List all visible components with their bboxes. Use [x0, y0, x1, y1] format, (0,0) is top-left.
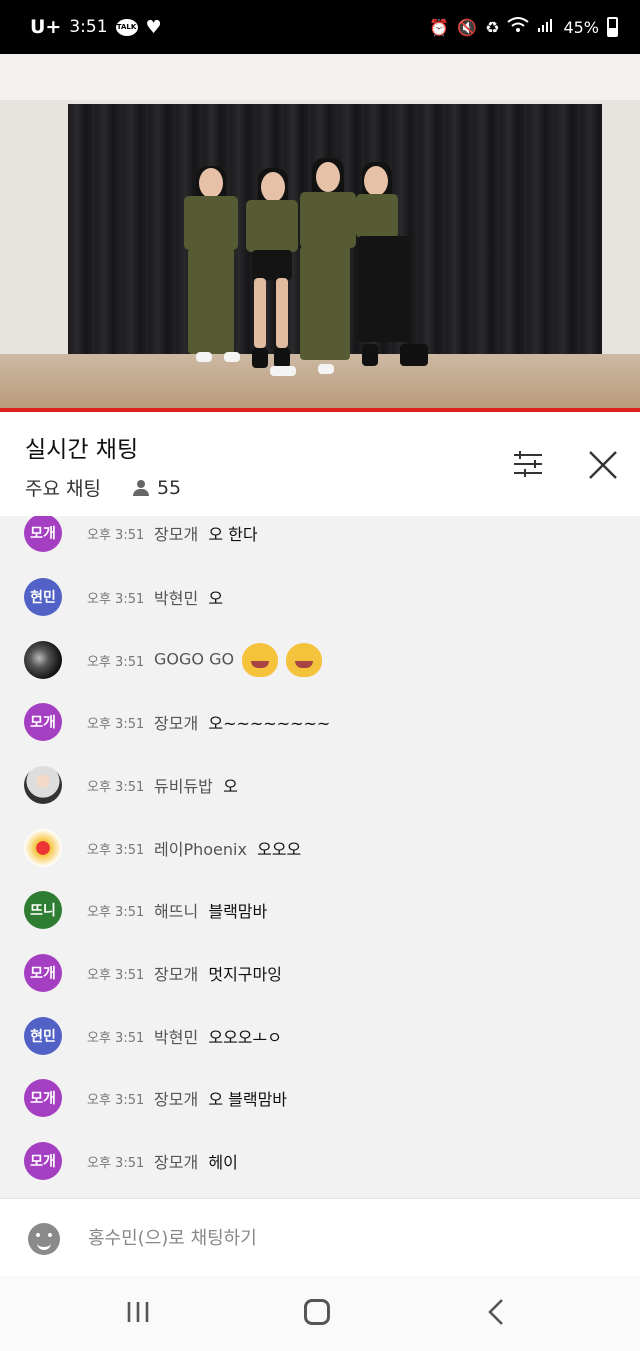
video-ceiling — [0, 54, 640, 100]
message-author: 듀비듀밥 오 — [154, 777, 238, 796]
message-text: 블랙맘바 — [208, 902, 268, 921]
message-text: 멋지구마잉 — [208, 965, 282, 984]
video-player[interactable] — [0, 54, 640, 410]
chat-input-bar — [0, 1198, 640, 1276]
kakaotalk-icon: TALK — [115, 18, 138, 36]
avatar[interactable] — [24, 829, 62, 867]
recent-apps-icon — [127, 1302, 149, 1322]
emoji-picker-icon[interactable] — [28, 1223, 60, 1255]
battery-percent: 45% — [563, 17, 599, 37]
message-time: 오후 3:51 — [87, 654, 145, 670]
message-author: 장모개 오 한다 — [154, 525, 258, 544]
back-icon — [488, 1299, 503, 1325]
avatar[interactable]: 현민 — [24, 1017, 62, 1055]
message-time: 오후 3:51 — [87, 591, 145, 607]
chat-message: 모개 오후 3:51 장모개 오~~~~~~~~ — [0, 698, 640, 746]
message-author: 박현민 오 — [154, 589, 224, 608]
chat-message: 오후 3:51 듀비듀밥 오 — [0, 761, 640, 809]
system-nav-bar — [0, 1276, 640, 1351]
home-button[interactable] — [304, 1299, 330, 1325]
message-text: 오 — [223, 777, 238, 796]
avatar[interactable]: 모개 — [24, 703, 62, 741]
wifi-icon — [507, 17, 530, 37]
avatar[interactable]: 뜨니 — [24, 891, 62, 929]
avatar[interactable] — [24, 641, 62, 679]
avatar[interactable]: 현민 — [24, 578, 62, 616]
chat-message: 오후 3:51 레이Phoenix 오오오 — [0, 824, 640, 872]
mute-icon: 🔇 — [457, 17, 478, 37]
signal-icon — [537, 17, 555, 37]
chat-mode-selector[interactable]: 주요 채팅 — [25, 474, 101, 501]
message-author: 장모개 오~~~~~~~~ — [154, 714, 331, 733]
message-text: 오 한다 — [208, 525, 258, 544]
viewer-count-value: 55 — [156, 476, 182, 499]
message-author: 레이Phoenix 오오오 — [154, 840, 302, 859]
chat-header: 실시간 채팅 주요 채팅 55 — [0, 412, 640, 516]
chat-message: 모개 오후 3:51 장모개 오 한다 — [0, 516, 640, 557]
message-time: 오후 3:51 — [87, 779, 145, 795]
message-text: 오~~~~~~~~ — [208, 714, 331, 733]
chat-message: 모개 오후 3:51 장모개 헤이 — [0, 1137, 640, 1185]
chat-message: 현민 오후 3:51 박현민 오 — [0, 573, 640, 621]
filter-settings-button[interactable] — [508, 448, 548, 480]
chat-message: 오후 3:51 GOGO GO — [0, 636, 640, 684]
avatar[interactable]: 모개 — [24, 1079, 62, 1117]
sliders-icon — [514, 451, 542, 477]
message-time: 오후 3:51 — [87, 1155, 145, 1171]
viewer-count: 55 — [132, 476, 182, 499]
video-wall — [600, 100, 640, 360]
message-text: 오오오 — [257, 840, 302, 859]
alarm-icon: ⏰ — [429, 17, 450, 37]
message-author: 장모개 멋지구마잉 — [154, 965, 282, 984]
carrier-label: U+ — [30, 16, 62, 38]
clock: 3:51 — [69, 17, 108, 37]
chat-message: 뜨니 오후 3:51 해뜨니 블랙맘바 — [0, 886, 640, 934]
status-bar: U+ 3:51 TALK ♥ ⏰ 🔇 ♻ 45% — [0, 0, 640, 54]
chat-message-list[interactable]: 모개 오후 3:51 장모개 오 한다 현민 오후 3:51 박현민 오 오후 … — [0, 516, 640, 1196]
heart-icon: ♥ — [145, 16, 162, 38]
message-text: 오오오ㅗㅇ — [208, 1028, 282, 1047]
message-time: 오후 3:51 — [87, 904, 145, 920]
chat-title: 실시간 채팅 — [25, 437, 139, 463]
back-button[interactable] — [486, 1298, 506, 1326]
message-time: 오후 3:51 — [87, 527, 145, 543]
battery-icon — [607, 17, 618, 37]
recent-apps-button[interactable] — [126, 1300, 150, 1324]
message-author: 해뜨니 블랙맘바 — [154, 902, 268, 921]
message-time: 오후 3:51 — [87, 842, 145, 858]
video-wall — [0, 100, 72, 360]
hug-emoji-icon — [242, 643, 279, 677]
chat-message: 모개 오후 3:51 장모개 오 블랙맘바 — [0, 1074, 640, 1122]
person-icon — [132, 479, 149, 496]
message-time: 오후 3:51 — [87, 716, 145, 732]
message-time: 오후 3:51 — [87, 1092, 145, 1108]
message-author: 박현민 오오오ㅗㅇ — [154, 1028, 282, 1047]
message-author: GOGO GO — [154, 643, 323, 677]
close-icon — [589, 451, 617, 479]
dancer-figure — [350, 158, 430, 380]
hug-emoji-icon — [286, 643, 323, 677]
avatar[interactable] — [24, 766, 62, 804]
chat-message: 현민 오후 3:51 박현민 오오오ㅗㅇ — [0, 1012, 640, 1060]
recycle-icon: ♻ — [485, 17, 500, 37]
chat-message: 모개 오후 3:51 장모개 멋지구마잉 — [0, 949, 640, 997]
chat-input[interactable] — [88, 1221, 608, 1255]
message-text: 헤이 — [208, 1153, 238, 1172]
message-text: 오 블랙맘바 — [208, 1090, 288, 1109]
message-time: 오후 3:51 — [87, 1030, 145, 1046]
message-author: 장모개 오 블랙맘바 — [154, 1090, 288, 1109]
close-chat-button[interactable] — [584, 446, 622, 484]
avatar[interactable]: 모개 — [24, 516, 62, 552]
message-text: 오 — [208, 589, 224, 608]
message-time: 오후 3:51 — [87, 967, 145, 983]
avatar[interactable]: 모개 — [24, 1142, 62, 1180]
avatar[interactable]: 모개 — [24, 954, 62, 992]
message-author: 장모개 헤이 — [154, 1153, 238, 1172]
